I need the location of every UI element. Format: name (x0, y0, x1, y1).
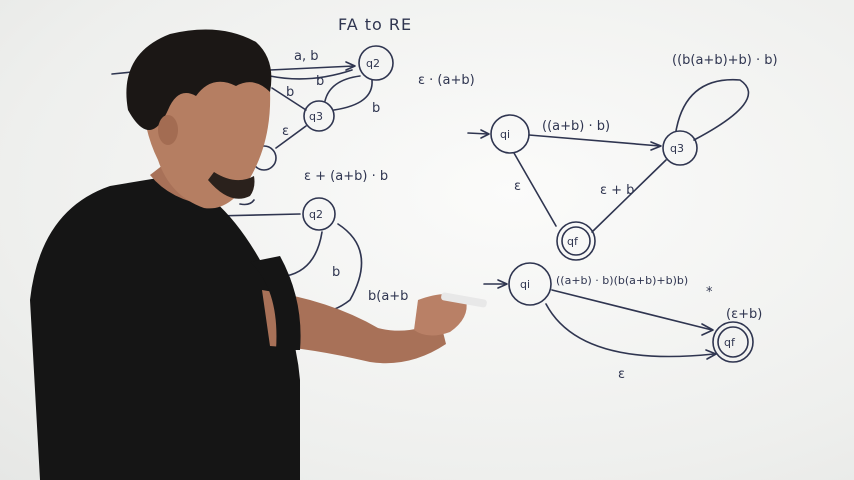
svg-text:ε: ε (282, 124, 289, 139)
board-title: FA to RE (338, 15, 412, 34)
svg-text:ε: ε (618, 367, 625, 382)
label-b-partial: b(a+b (368, 289, 408, 304)
svg-text:q2: q2 (309, 208, 323, 221)
right-upper-diagram: ((b(a+b)+b) · b) qi ((a+b) · b) q3 ε ε +… (467, 53, 778, 261)
label-eps-b: (ε+b) (726, 307, 762, 322)
svg-text:q3: q3 (670, 142, 684, 155)
svg-text:b: b (316, 74, 324, 89)
svg-text:ε: ε (514, 179, 521, 194)
svg-text:b: b (332, 265, 340, 280)
svg-text:qi: qi (520, 278, 530, 291)
label-eps-ab: ε · (a+b) (418, 73, 475, 88)
presenter (30, 29, 487, 480)
label-a-b: a, b (294, 49, 318, 64)
label-eps-plus-b: ε + b (600, 183, 634, 198)
label-qi-q3: ((a+b) · b) (542, 119, 610, 134)
right-lower-diagram: qi ((a+b) · b)(b(a+b)+b)b) * (ε+b) ε qf (483, 262, 762, 382)
svg-text:q2: q2 (366, 57, 380, 70)
svg-text:qi: qi (500, 128, 510, 141)
black-shirt (30, 176, 300, 480)
label-star: * (706, 285, 713, 300)
svg-text:qf: qf (724, 336, 736, 349)
svg-text:qf: qf (567, 235, 579, 248)
svg-text:b: b (372, 101, 380, 116)
whiteboard-scene: FA to RE q2 q3 a, b b b b ε ε · (a+b) ε … (0, 0, 854, 480)
svg-text:b: b (286, 85, 294, 100)
label-top-loop: ((b(a+b)+b) · b) (672, 53, 778, 68)
whiteboard-drawing: FA to RE q2 q3 a, b b b b ε ε · (a+b) ε … (30, 15, 778, 480)
svg-text:q3: q3 (309, 110, 323, 123)
label-eps-plus: ε + (a+b) · b (304, 169, 388, 184)
label-long-edge: ((a+b) · b)(b(a+b)+b)b) (556, 274, 688, 287)
